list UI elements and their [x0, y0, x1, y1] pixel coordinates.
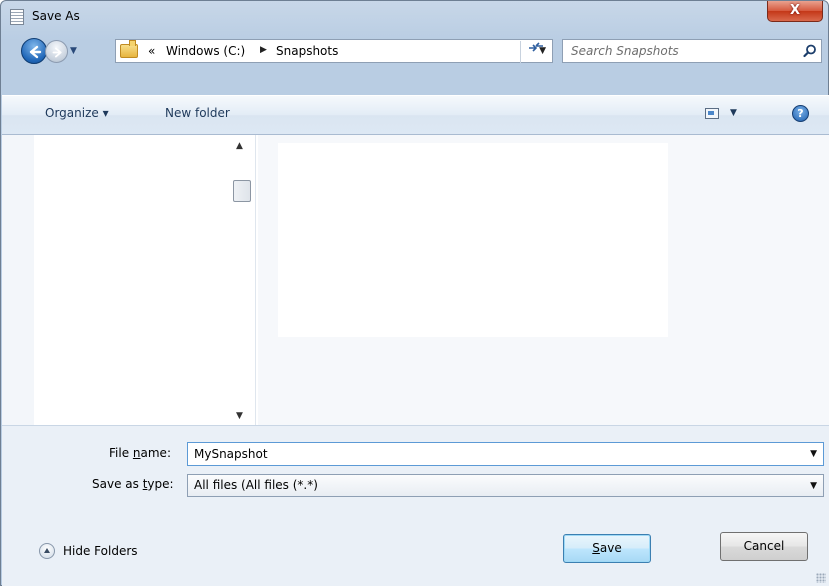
search-input[interactable] [563, 40, 793, 62]
breadcrumb-overflow[interactable]: « [148, 44, 155, 58]
back-arrow-icon [29, 45, 42, 59]
scroll-down-icon[interactable]: ▼ [236, 411, 243, 421]
forward-button[interactable] [45, 40, 68, 63]
collapse-up-icon [39, 543, 55, 559]
file-name-label: File name: [109, 446, 171, 460]
address-bar[interactable]: « Windows (C:) ▶ Snapshots ▼ [115, 39, 553, 63]
app-icon [10, 9, 24, 25]
breadcrumb-chevron-icon[interactable]: ▶ [260, 45, 267, 55]
search-icon[interactable] [803, 44, 817, 58]
hide-folders-label: Hide Folders [63, 544, 138, 558]
navigation-scrollbar[interactable]: ▲ ▼ [231, 135, 253, 425]
back-button[interactable] [21, 38, 47, 64]
breadcrumb-snapshots[interactable]: Snapshots [276, 44, 338, 58]
navigation-pane[interactable]: ▲ ▼ [2, 135, 256, 425]
save-as-type-value: All files (All files (*.*) [194, 478, 318, 492]
resize-grip-icon[interactable] [816, 573, 826, 583]
file-name-field[interactable]: ▼ [187, 442, 824, 466]
window-title: Save As [32, 9, 80, 23]
save-as-type-select[interactable]: All files (All files (*.*) ▼ [187, 474, 824, 497]
file-list-pane[interactable] [258, 135, 829, 425]
scroll-up-icon[interactable]: ▲ [236, 141, 243, 151]
organize-button[interactable]: Organize ▾ [45, 106, 109, 120]
help-icon[interactable]: ? [792, 105, 809, 122]
cancel-button[interactable]: Cancel [720, 532, 808, 561]
save-as-type-label: Save as type: [92, 477, 174, 491]
new-folder-button[interactable]: New folder [165, 106, 230, 120]
save-as-type-dropdown-icon[interactable]: ▼ [810, 481, 817, 491]
command-toolbar: Organize ▾ New folder ▼ ? [2, 95, 829, 135]
change-view-icon[interactable] [705, 108, 719, 119]
file-name-dropdown-icon[interactable]: ▼ [810, 449, 817, 459]
save-as-dialog: Save As X ▼ « Windows (C:) ▶ Snapshots ▼ [0, 0, 829, 586]
file-list-area[interactable] [278, 143, 668, 337]
close-button[interactable]: X [767, 1, 823, 22]
view-options-dropdown-icon[interactable]: ▼ [730, 108, 737, 118]
title-bar[interactable]: Save As X [1, 1, 828, 31]
save-form: File name: ▼ Save as type: All files (Al… [2, 425, 829, 586]
recent-pages-dropdown-icon[interactable]: ▼ [70, 46, 77, 56]
refresh-button[interactable] [520, 41, 550, 63]
breadcrumb-windows-c[interactable]: Windows (C:) [166, 44, 245, 58]
forward-arrow-icon [52, 47, 62, 58]
content-area: ▲ ▼ [2, 135, 829, 425]
file-name-input[interactable] [188, 443, 798, 465]
folder-icon [120, 40, 138, 58]
refresh-icon [528, 42, 543, 52]
save-button[interactable]: Save [563, 534, 651, 563]
scroll-thumb[interactable] [233, 180, 251, 202]
search-box[interactable] [562, 39, 822, 63]
navigation-bar: ▼ « Windows (C:) ▶ Snapshots ▼ [1, 37, 828, 67]
